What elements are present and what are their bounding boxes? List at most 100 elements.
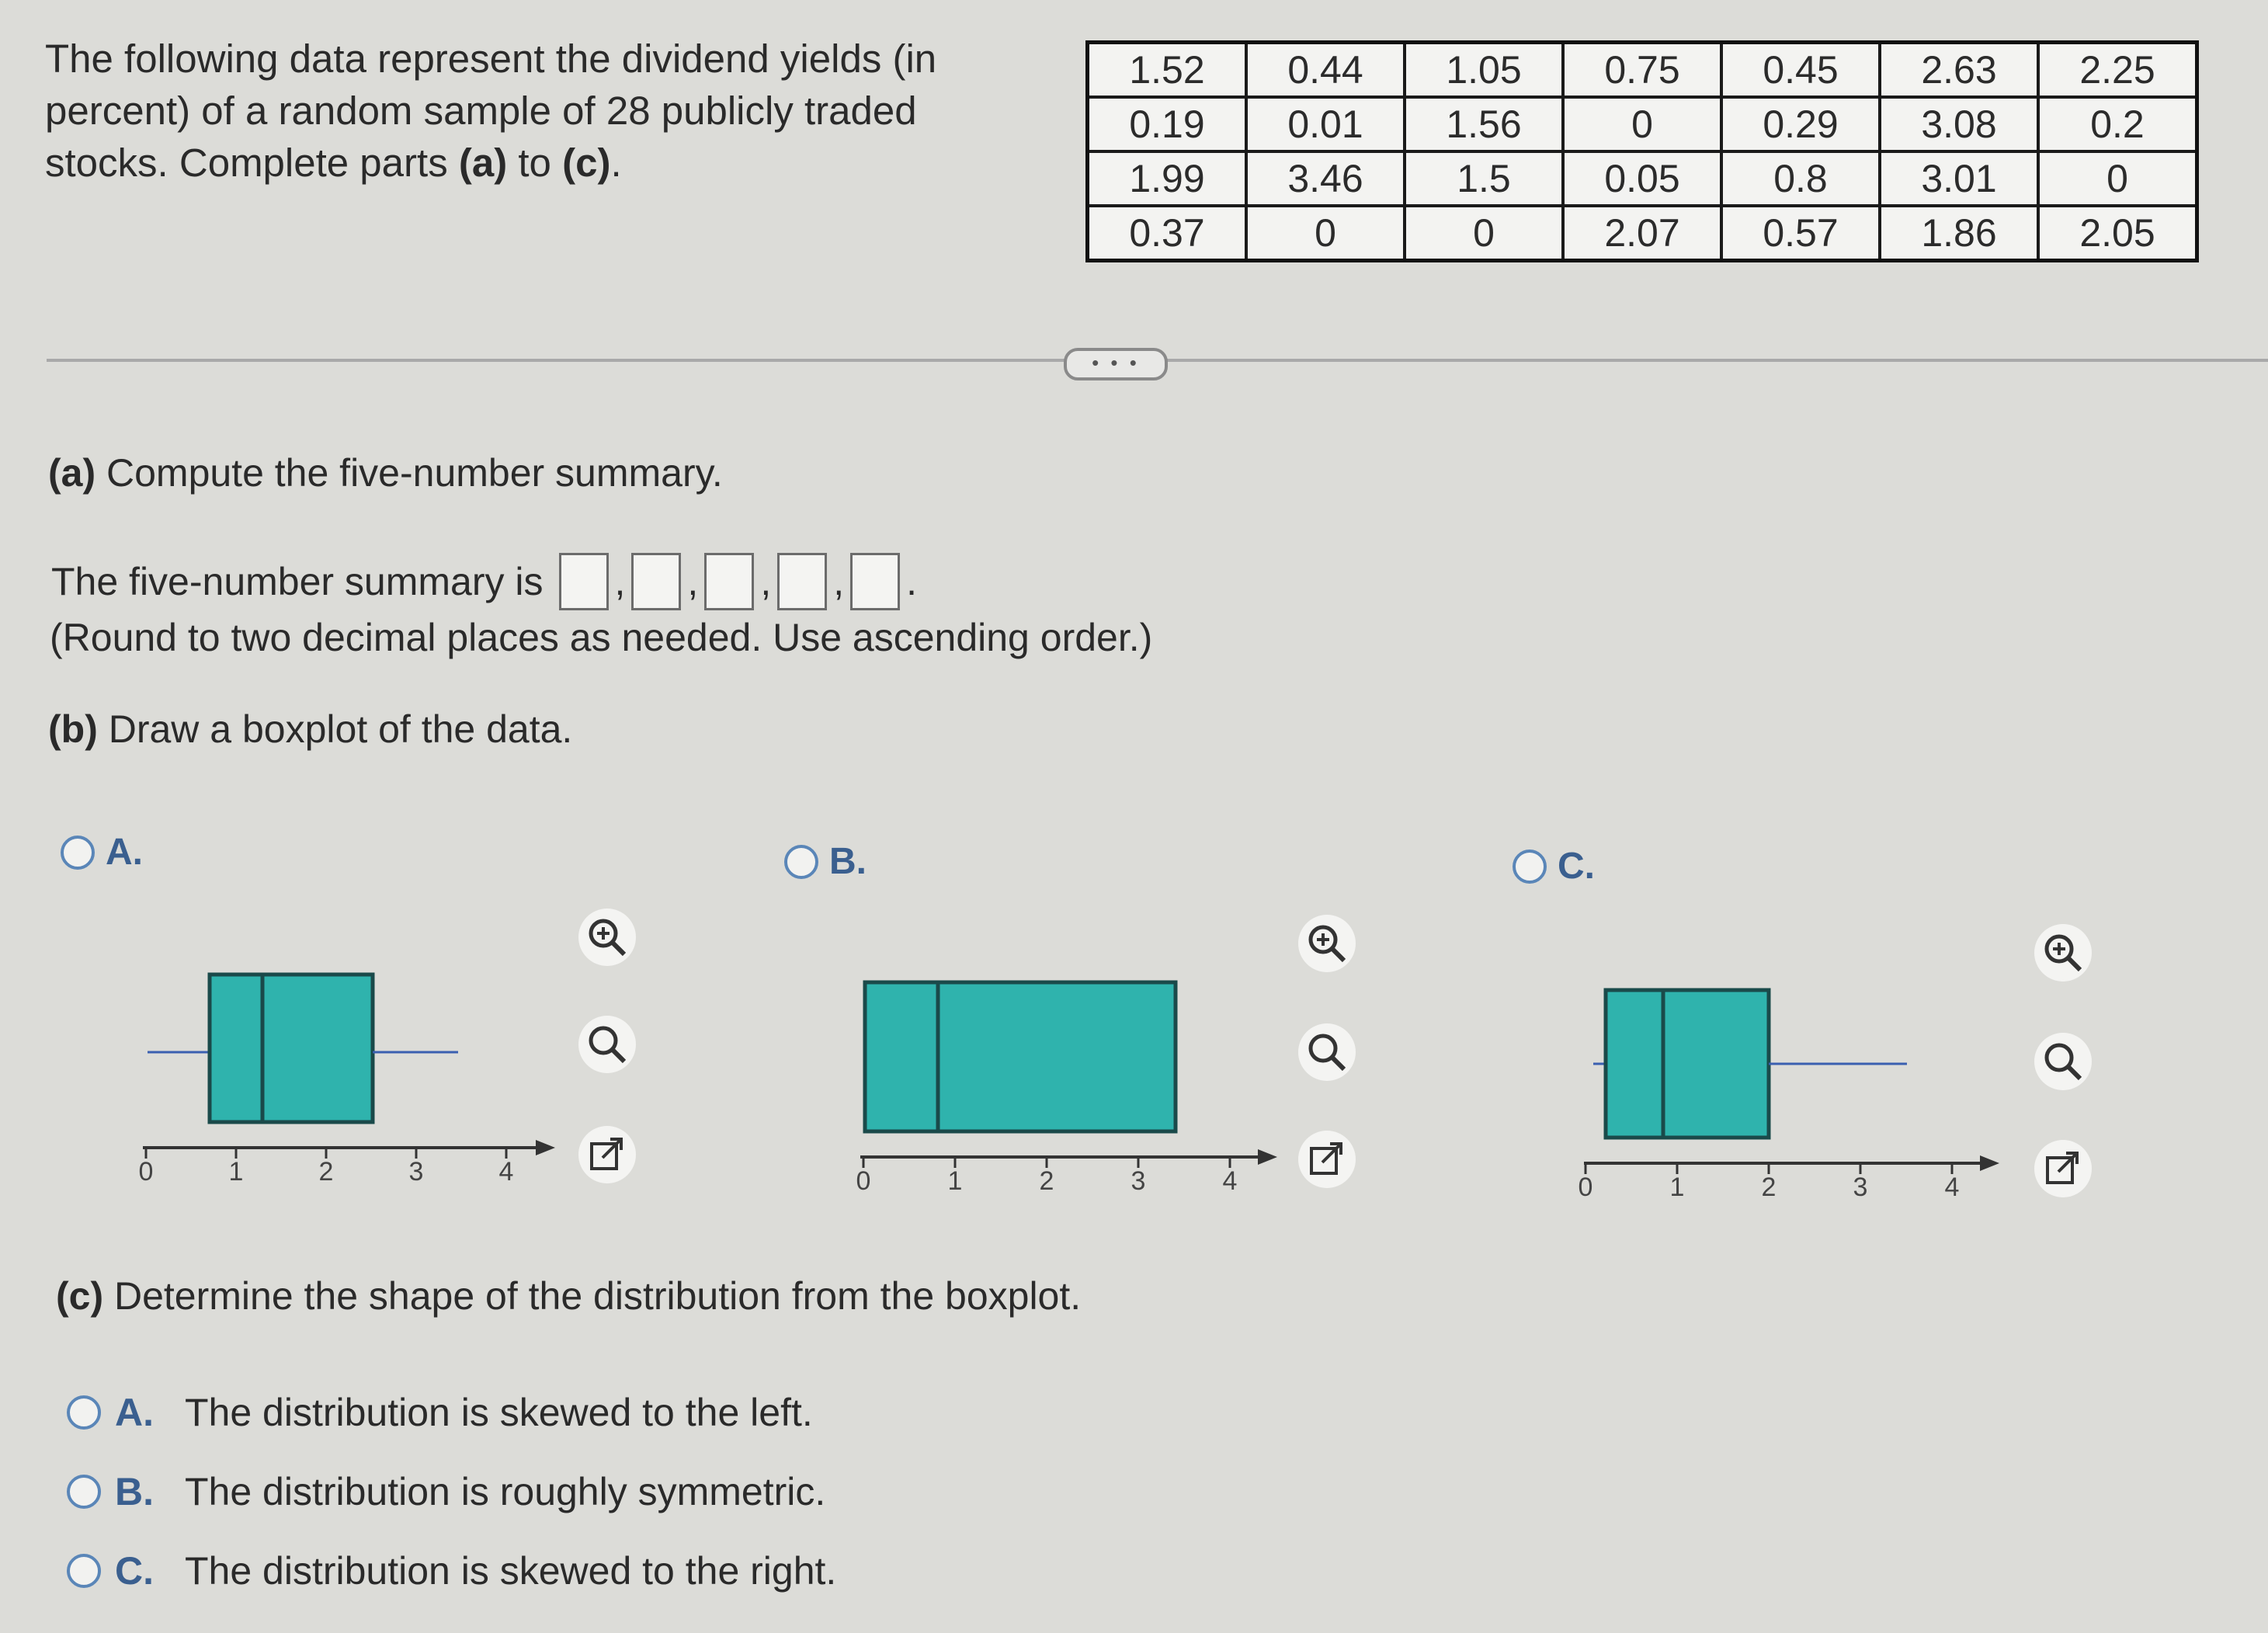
table-cell: 2.05 [2037,204,2199,262]
tick-label: 1 [948,1166,963,1196]
tick-label: 4 [1945,1173,1960,1202]
radio-button-b[interactable] [784,844,818,879]
part-a-question: (a) Compute the five-number summary. [48,451,723,495]
table-cell: 0.01 [1245,96,1406,153]
tick-label: 0 [856,1166,871,1196]
part-b-question: (b) Draw a boxplot of the data. [48,707,573,751]
zoom-out-button-b[interactable] [1298,1023,1356,1081]
table-cell: 2.25 [2037,40,2199,99]
boxplot-a: 0 1 2 3 4 [139,972,555,1187]
boxplot-option-a[interactable]: A. [61,831,143,874]
popout-button-c[interactable] [2034,1140,2092,1197]
zoom-out-button-a[interactable] [578,1016,636,1073]
tick-label: 2 [1762,1173,1777,1202]
tick-label: 1 [229,1157,244,1187]
table-row: 1.52 0.44 1.05 0.75 0.45 2.63 2.25 [1085,40,2199,99]
popout-button-a[interactable] [578,1126,636,1183]
popout-icon [590,1138,623,1170]
zoom-in-icon [1308,925,1346,963]
zoom-in-button-a[interactable] [578,909,636,966]
intro-line-2: percent) of a random sample of 28 public… [45,89,917,133]
tick-label: 4 [1223,1166,1238,1196]
table-cell: 1.86 [1878,204,2040,262]
boxplot-c-box [1603,988,1771,1140]
radio-button-shape-c[interactable] [67,1554,101,1588]
five-number-summary-line: The five-number summary is , , , , . [51,553,919,610]
boxplot-option-c[interactable]: C. [1513,845,1595,888]
table-cell: 3.08 [1878,96,2040,153]
table-cell: 1.99 [1085,150,1248,207]
table-row: 0.19 0.01 1.56 0 0.29 3.08 0.2 [1085,96,2199,153]
answer-box-q1[interactable] [631,553,682,610]
table-cell: 3.01 [1878,150,2040,207]
table-cell: 0 [2037,150,2199,207]
table-cell: 0.37 [1085,204,1248,262]
shape-option-c[interactable]: C. The distribution is skewed to the righ… [67,1548,836,1593]
problem-statement: The following data represent the dividen… [45,33,1023,189]
table-cell: 0.2 [2037,96,2199,153]
radio-button-c[interactable] [1513,849,1547,884]
zoom-out-icon [589,1026,627,1064]
popout-icon [1310,1142,1342,1175]
table-cell: 1.52 [1085,40,1248,99]
popout-icon [2046,1152,2079,1184]
axis-arrow-icon [1980,1155,1999,1171]
zoom-in-button-b[interactable] [1298,915,1356,972]
tick-label: 2 [1040,1166,1054,1196]
table-cell: 0.45 [1720,40,1881,99]
tick-label: 3 [1853,1173,1868,1202]
table-cell: 0.19 [1085,96,1248,153]
table-cell: 2.07 [1561,204,1723,262]
zoom-out-button-c[interactable] [2034,1033,2092,1090]
intro-line-1: The following data represent the dividen… [45,36,937,81]
table-cell: 0.44 [1245,40,1406,99]
zoom-in-icon [2044,934,2082,972]
answer-box-median[interactable] [704,553,755,610]
radio-button-a[interactable] [61,835,95,870]
table-cell: 0.75 [1561,40,1723,99]
tick-label: 3 [409,1157,424,1187]
table-cell: 0 [1561,96,1723,153]
zoom-in-button-c[interactable] [2034,924,2092,982]
answer-box-min[interactable] [558,553,609,610]
table-cell: 0 [1403,204,1565,262]
expand-more-button[interactable]: • • • [1064,348,1168,380]
tick-label: 1 [1670,1173,1685,1202]
axis-arrow-icon [536,1140,555,1155]
boxplot-option-b[interactable]: B. [784,840,867,883]
radio-button-shape-a[interactable] [67,1395,101,1430]
axis-arrow-icon [1258,1149,1277,1165]
boxplot-b-box [863,980,1178,1134]
table-cell: 1.5 [1403,150,1565,207]
table-cell: 3.46 [1245,150,1406,207]
table-row: 1.99 3.46 1.5 0.05 0.8 3.01 0 [1085,150,2199,207]
shape-option-b[interactable]: B. The distribution is roughly symmetric. [67,1469,825,1514]
tick-label: 2 [319,1157,334,1187]
table-row: 0.37 0 0 2.07 0.57 1.86 2.05 [1085,204,2199,262]
table-cell: 0 [1245,204,1406,262]
table-cell: 1.05 [1403,40,1565,99]
tick-label: 3 [1131,1166,1146,1196]
intro-line-3: stocks. Complete parts (a) to (c). [45,141,622,185]
zoom-out-icon [2044,1043,2082,1081]
table-cell: 0.57 [1720,204,1881,262]
tick-label: 0 [1579,1173,1593,1202]
table-cell: 0.8 [1720,150,1881,207]
zoom-in-icon [589,919,627,957]
tick-label: 0 [139,1157,154,1187]
rounding-hint: (Round to two decimal places as needed. … [50,616,1153,659]
answer-box-max[interactable] [850,553,901,610]
zoom-out-icon [1308,1034,1346,1072]
dividend-data-table: 1.52 0.44 1.05 0.75 0.45 2.63 2.25 0.19 0.01 1.56… [1085,40,2199,262]
boxplot-c: 0 1 2 3 4 [1579,988,1999,1202]
popout-button-b[interactable] [1298,1131,1356,1188]
shape-option-a[interactable]: A. The distribution is skewed to the left… [67,1390,813,1435]
tick-label: 4 [499,1157,514,1187]
part-c-question: (c) Determine the shape of the distribut… [56,1274,1082,1318]
radio-button-shape-b[interactable] [67,1475,101,1509]
boxplot-b: 0 1 2 3 4 [856,980,1277,1196]
boxplot-a-box [207,972,375,1124]
table-cell: 2.63 [1878,40,2040,99]
table-cell: 0.05 [1561,150,1723,207]
answer-box-q3[interactable] [777,553,828,610]
